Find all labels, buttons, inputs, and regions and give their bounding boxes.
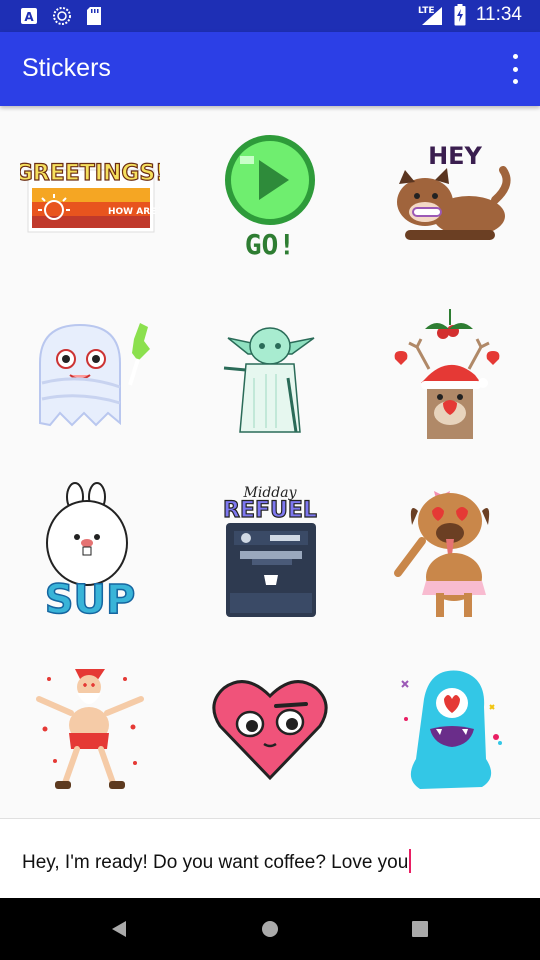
sticker-blue-monster[interactable] [360, 640, 540, 818]
sticker-pug[interactable] [360, 462, 540, 640]
greetings-subtitle: HOW ARE YOU? [108, 207, 160, 217]
greetings-title: GREETINGS! [20, 161, 160, 186]
refuel-label: REFUEL [223, 498, 317, 523]
page-title: Stickers [22, 54, 111, 82]
sticker-midday-refuel[interactable]: Midday REFUEL [180, 462, 360, 640]
more-vert-icon [512, 54, 518, 59]
svg-text:A: A [24, 10, 34, 24]
greetings-sticker-art: GREETINGS! HOW ARE YOU? [20, 160, 160, 233]
midday-refuel-sticker-art: Midday REFUEL [222, 485, 318, 617]
home-icon [262, 921, 278, 937]
sup-bunny-sticker-art: SUP [44, 482, 136, 621]
more-options-button[interactable] [506, 54, 524, 84]
message-input-value: Hey, I'm ready! Do you want coffee? Love… [22, 852, 409, 873]
battery-charging-icon [454, 4, 466, 26]
sync-icon [53, 7, 71, 25]
go-label: GO! [245, 228, 296, 260]
sticker-heart[interactable] [180, 640, 360, 818]
system-nav-bar [0, 898, 540, 960]
sticker-reindeer[interactable] [360, 284, 540, 462]
sticker-ghost[interactable] [0, 284, 180, 462]
text-caret [409, 849, 412, 873]
status-time: 11:34 [475, 4, 522, 25]
a-notification-icon: A [21, 8, 37, 24]
signal-icon: LTE [418, 6, 442, 25]
sup-label: SUP [45, 577, 136, 621]
heart-sticker-art [212, 680, 328, 781]
status-right-icons: LTE 11:34 [418, 4, 522, 26]
blue-monster-sticker-art [401, 670, 502, 789]
sticker-hey-dog[interactable]: HEY [360, 106, 540, 284]
sticker-santa[interactable] [0, 640, 180, 818]
network-label: LTE [418, 6, 435, 16]
nav-back-button[interactable] [104, 914, 134, 944]
app-bar: Stickers [0, 32, 540, 106]
ghost-sticker-art [39, 323, 150, 427]
message-composer[interactable]: Hey, I'm ready! Do you want coffee? Love… [0, 818, 540, 898]
hey-dog-sticker-art: HEY [397, 142, 511, 240]
status-bar: A LTE 11:34 [0, 0, 540, 32]
message-input[interactable]: Hey, I'm ready! Do you want coffee? Love… [22, 849, 412, 874]
sticker-greetings[interactable]: GREETINGS! HOW ARE YOU? [0, 106, 180, 284]
sticker-yoda[interactable] [180, 284, 360, 462]
sticker-grid: GREETINGS! HOW ARE YOU? GO! HEY [0, 106, 540, 818]
reindeer-sticker-art [394, 309, 500, 439]
nav-home-button[interactable] [255, 914, 285, 944]
nav-recents-button[interactable] [405, 914, 435, 944]
back-icon [112, 921, 126, 937]
yoda-sticker-art [223, 327, 315, 433]
sticker-go[interactable]: GO! [180, 106, 360, 284]
sd-card-icon [87, 7, 101, 25]
go-sticker-art: GO! [225, 135, 315, 260]
status-left-icons: A [20, 6, 102, 26]
pug-sticker-art [394, 491, 490, 617]
santa-sticker-art [36, 669, 144, 789]
hey-label: HEY [428, 142, 482, 170]
recents-icon [412, 921, 428, 937]
sticker-sup-bunny[interactable]: SUP [0, 462, 180, 640]
